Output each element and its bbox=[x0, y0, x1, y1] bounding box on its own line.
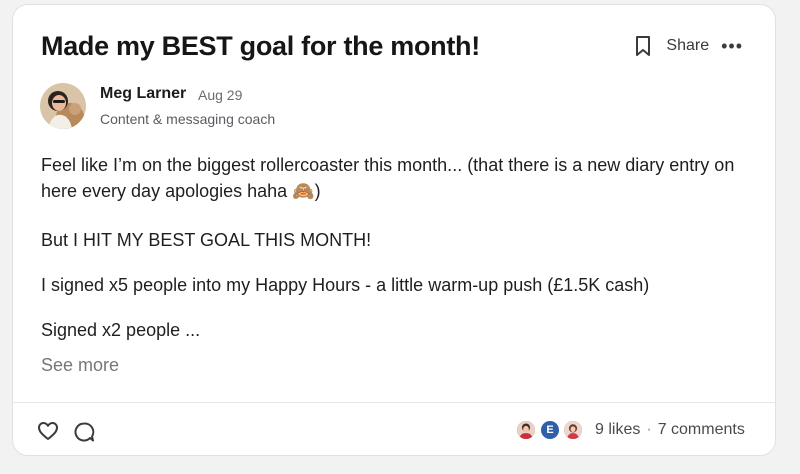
more-options-icon[interactable]: ••• bbox=[721, 37, 743, 55]
post-date: Aug 29 bbox=[198, 87, 243, 103]
comment-icon[interactable] bbox=[73, 421, 95, 443]
author-avatar[interactable] bbox=[40, 83, 86, 129]
liker-avatar[interactable] bbox=[562, 419, 584, 441]
comments-count[interactable]: 7 comments bbox=[658, 421, 745, 438]
post-card: Made my BEST goal for the month! Share •… bbox=[12, 4, 776, 456]
post-body-paragraph: Feel like I’m on the biggest rollercoast… bbox=[41, 155, 735, 201]
post-body-paragraph: I signed x5 people into my Happy Hours -… bbox=[41, 275, 650, 295]
see-more-link[interactable]: See more bbox=[41, 355, 119, 376]
share-button[interactable]: Share bbox=[666, 37, 709, 55]
liker-avatar[interactable] bbox=[515, 419, 537, 441]
separator: · bbox=[646, 421, 652, 438]
post-body-paragraph: But I HIT MY BEST GOAL THIS MONTH! bbox=[41, 230, 372, 250]
engagement-summary: 9 likes · 7 comments bbox=[595, 421, 745, 439]
heart-icon[interactable] bbox=[37, 421, 59, 441]
footer-divider bbox=[13, 402, 775, 403]
post-body-paragraph: Signed x2 people ... bbox=[41, 320, 201, 340]
liker-initial: E bbox=[546, 424, 554, 436]
author-name[interactable]: Meg Larner bbox=[100, 85, 186, 103]
likes-count[interactable]: 9 likes bbox=[595, 421, 640, 438]
author-role: Content & messaging coach bbox=[100, 111, 276, 127]
bookmark-icon[interactable] bbox=[634, 35, 652, 57]
liker-avatar[interactable]: E bbox=[539, 419, 561, 441]
post-title[interactable]: Made my BEST goal for the month! bbox=[41, 31, 480, 62]
post-actions: Share ••• bbox=[634, 35, 743, 57]
